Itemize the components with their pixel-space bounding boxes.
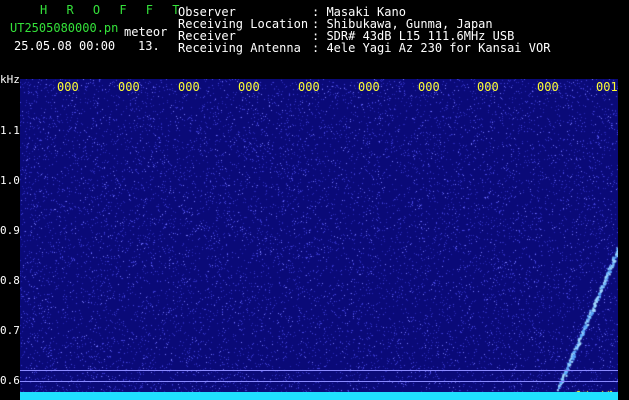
x-tick-8: 000 [477, 80, 499, 94]
reference-line-upper [20, 370, 618, 371]
spectrogram-noise [20, 79, 618, 400]
x-tick-2: 000 [118, 80, 140, 94]
subtitle: meteor [124, 25, 168, 39]
x-tick-3: 000 [178, 80, 200, 94]
signal-level-bar [20, 392, 618, 400]
y-tick-0.8: 0.8 [0, 274, 20, 287]
y-tick-0.7: 0.7 [0, 324, 20, 337]
x-tick-1: 000 [57, 80, 79, 94]
antenna-value: : 4ele Yagi Az 230 for Kansai VOR [312, 41, 551, 55]
y-tick-0.6: 0.6 [0, 374, 20, 387]
y-tick-0.9: 0.9 [0, 224, 20, 237]
x-tick-4: 000 [238, 80, 260, 94]
brand-title: H R O F F T [40, 3, 186, 17]
x-tick-7: 000 [418, 80, 440, 94]
y-tick-1.0: 1.0 [0, 174, 20, 187]
y-unit-label: kHz [0, 73, 20, 86]
y-tick-1.1: 1.1 [0, 124, 20, 137]
right-margin [618, 79, 629, 400]
detection-count: 13. [138, 39, 160, 53]
file-name: UT2505080000.pn [10, 21, 119, 35]
header-panel: H R O F F T UT2505080000.pn meteor 25.05… [0, 0, 629, 78]
spectrogram-canvas[interactable] [20, 79, 618, 400]
date-time: 25.05.08 00:00 [14, 39, 116, 53]
x-tick-5: 000 [298, 80, 320, 94]
reference-line-lower [20, 381, 618, 382]
antenna-label: Receiving Antenna [178, 41, 301, 55]
x-tick-9: 000 [537, 80, 559, 94]
x-tick-6: 000 [358, 80, 380, 94]
